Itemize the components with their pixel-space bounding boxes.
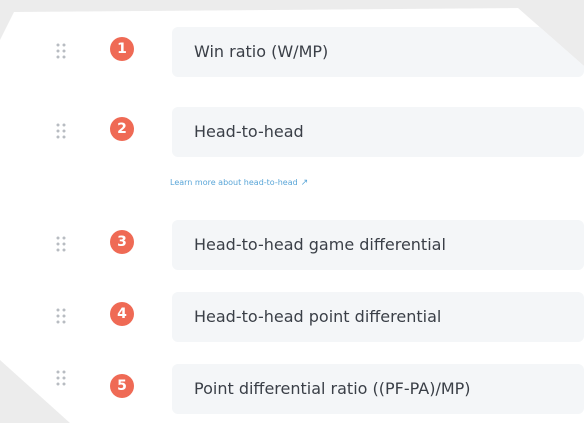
- criterion-field[interactable]: Head-to-head: [172, 107, 584, 157]
- priority-badge: 2: [110, 117, 134, 141]
- criterion-label: Head-to-head: [194, 122, 304, 141]
- criterion-field[interactable]: Head-to-head game differential: [172, 220, 584, 270]
- drag-handle-icon[interactable]: [56, 43, 66, 59]
- criterion-label: Head-to-head point differential: [194, 307, 442, 326]
- criterion-row: 3 Head-to-head game differential: [0, 220, 584, 270]
- priority-badge: 1: [110, 37, 134, 61]
- drag-handle-icon[interactable]: [56, 123, 66, 139]
- priority-badge: 3: [110, 230, 134, 254]
- criterion-label: Head-to-head game differential: [194, 235, 446, 254]
- criterion-row: 2 Head-to-head: [0, 107, 584, 157]
- criterion-row: 1 Win ratio (W/MP): [0, 27, 584, 77]
- external-link-icon: ↗: [300, 178, 309, 188]
- criterion-row: 4 Head-to-head point differential: [0, 292, 584, 342]
- drag-handle-icon[interactable]: [56, 370, 66, 386]
- tiebreaker-card: 1 Win ratio (W/MP) 2 Head-to-head Learn …: [0, 8, 584, 423]
- criterion-label: Win ratio (W/MP): [194, 42, 329, 61]
- priority-badge: 4: [110, 302, 134, 326]
- learn-more-text: Learn more about head-to-head: [170, 178, 298, 187]
- criterion-field[interactable]: Win ratio (W/MP): [172, 27, 584, 77]
- priority-badge: 5: [110, 374, 134, 398]
- criterion-label: Point differential ratio ((PF-PA)/MP): [194, 379, 471, 398]
- drag-handle-icon[interactable]: [56, 236, 66, 252]
- drag-handle-icon[interactable]: [56, 308, 66, 324]
- learn-more-link[interactable]: Learn more about head-to-head ↗: [170, 178, 308, 188]
- criterion-field[interactable]: Head-to-head point differential: [172, 292, 584, 342]
- criterion-field[interactable]: Point differential ratio ((PF-PA)/MP): [172, 364, 584, 414]
- criterion-row: 5 Point differential ratio ((PF-PA)/MP): [0, 364, 584, 414]
